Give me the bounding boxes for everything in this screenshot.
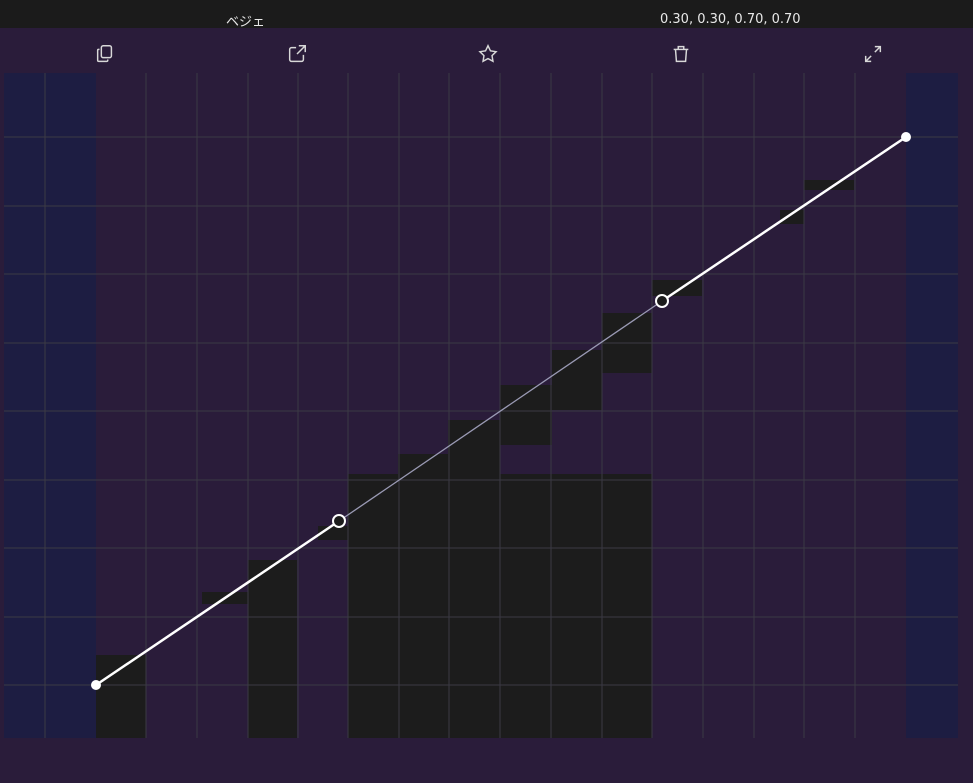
control-handle-2[interactable] — [655, 294, 669, 308]
control-handle-1[interactable] — [332, 514, 346, 528]
right-side-column — [906, 73, 958, 738]
left-side-column — [4, 73, 96, 738]
start-point — [91, 680, 101, 690]
curve-fill-bars — [96, 180, 854, 738]
handle-line-end — [661, 135, 907, 303]
bezier-curve-editor[interactable] — [0, 0, 973, 783]
end-point — [901, 132, 911, 142]
handle-line-start — [95, 519, 340, 687]
